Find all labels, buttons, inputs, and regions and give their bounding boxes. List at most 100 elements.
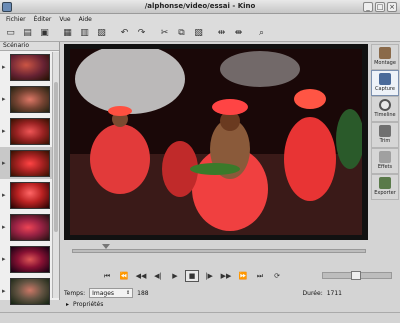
playhead-marker-icon[interactable] [102,244,110,249]
scene-arrow-icon: ▸ [2,127,6,135]
minimize-icon[interactable]: _ [363,2,373,12]
redo-icon[interactable]: ↷ [134,26,149,40]
storyboard-scene-selected[interactable]: ▸ [0,147,59,179]
cut-icon[interactable]: ✂ [157,26,172,40]
undo-icon[interactable]: ↶ [117,26,132,40]
video-preview[interactable] [70,49,362,235]
window-titlebar: /alphonse/video/essai - Kino _ □ × [0,0,400,14]
time-mode-select[interactable]: Images ⇕ [89,288,134,298]
scene-arrow-icon: ▸ [2,63,6,71]
time-label: Temps: [64,289,86,297]
scene-thumbnail [10,182,50,209]
storyboard-header: Scénario [0,42,59,51]
tab-capture[interactable]: Capture [371,70,399,96]
toolbar-separator [208,26,212,40]
statusbar [0,312,400,323]
tab-effets-label: Effets [377,164,393,170]
zoom-icon[interactable]: ⌕ [254,26,269,40]
window-title: /alphonse/video/essai - Kino [144,2,256,10]
tab-effets[interactable]: Effets [371,148,399,174]
next-frame-icon[interactable]: |▶ [202,270,216,282]
video-frame-image [70,49,362,235]
duration-label: Durée: [302,289,323,297]
effects-icon [379,151,391,163]
maximize-icon[interactable]: □ [375,2,385,12]
split-icon[interactable]: ⇹ [214,26,229,40]
tab-trim-label: Trim [379,138,391,144]
chevron-down-icon: ⇕ [125,290,131,296]
loop-icon[interactable]: ⟳ [270,270,284,282]
volume-slider[interactable] [322,271,392,280]
save-icon[interactable]: ▣ [37,26,52,40]
storyboard-scene[interactable]: ▸ [0,115,59,147]
toolbar-separator [248,26,252,40]
scene-thumbnail [10,54,50,81]
properties-icon[interactable]: ▨ [94,26,109,40]
scene-arrow-icon: ▸ [2,95,6,103]
paste-icon[interactable]: ▧ [191,26,206,40]
timeline-track[interactable] [72,249,366,253]
open-folder-icon[interactable]: ▤ [20,26,35,40]
properties-expander[interactable]: ▸ Propriétés [66,301,103,308]
scene-arrow-icon: ▸ [2,191,6,199]
tab-montage-label: Montage [374,60,396,66]
menu-vue[interactable]: Vue [59,16,70,23]
storyboard-scene[interactable]: ▸ [0,275,59,307]
first-scene-icon[interactable]: ⏮ [100,270,114,282]
storyboard-scene[interactable]: ▸ [0,83,59,115]
toolbar-separator [111,26,115,40]
storyboard-scene[interactable]: ▸ [0,51,59,83]
toolbar-separator [54,26,58,40]
save-all-icon[interactable]: ▦ [60,26,75,40]
volume-slider-knob[interactable] [351,271,361,280]
tab-timeline-label: Timeline [374,112,396,118]
tab-timeline[interactable]: Timeline [371,96,399,122]
scene-thumbnail [10,86,50,113]
tab-exporter-label: Exporter [374,190,396,196]
next-scene-icon[interactable]: ⏩ [236,270,250,282]
new-file-icon[interactable]: ▭ [3,26,18,40]
tab-trim[interactable]: Trim [371,122,399,148]
scene-thumbnail [10,278,50,305]
clock-icon [379,99,391,111]
menu-fichier[interactable]: Fichier [6,16,26,23]
copy-icon[interactable]: ⧉ [174,26,189,40]
prev-frame-icon[interactable]: ◀| [151,270,165,282]
scene-thumbnail [10,150,50,177]
scene-arrow-icon: ▸ [2,255,6,263]
time-mode-value: Images [92,289,115,297]
toolbar: ▭ ▤ ▣ ▦ ▥ ▨ ↶ ↷ ✂ ⧉ ▧ ⇹ ⇼ ⌕ [0,24,400,42]
stop-icon[interactable]: ■ [185,270,199,282]
menu-editer[interactable]: Éditer [34,16,52,23]
transport-controls: ⏮ ⏪ ◀◀ ◀| ▶ ■ |▶ ▶▶ ⏩ ⏭ ⟳ [100,270,284,282]
prev-scene-icon[interactable]: ⏪ [117,270,131,282]
tab-montage[interactable]: Montage [371,44,399,70]
storyboard-scene[interactable]: ▸ [0,211,59,243]
export-icon[interactable]: ▥ [77,26,92,40]
storyboard-scene[interactable]: ▸ [0,179,59,211]
expander-arrow-icon: ▸ [66,301,70,308]
menu-aide[interactable]: Aide [79,16,92,23]
toolbar-separator [151,26,155,40]
timeline-scrubber[interactable] [72,244,366,256]
play-icon[interactable]: ▶ [168,270,182,282]
scene-thumbnail [10,246,50,273]
storyboard-sidebar: Scénario ▸ ▸ ▸ ▸ ▸ ▸ ▸ ▸ [0,42,60,305]
scrollbar-thumb[interactable] [54,82,58,232]
scene-thumbnail [10,118,50,145]
export-icon [379,177,391,189]
duration-value: 1711 [326,289,342,297]
rewind-icon[interactable]: ◀◀ [134,270,148,282]
tab-exporter[interactable]: Exporter [371,174,399,200]
storyboard-scene[interactable]: ▸ [0,243,59,275]
scene-thumbnail [10,214,50,241]
storyboard-scrollbar[interactable] [52,52,59,298]
properties-label: Propriétés [73,301,104,308]
montage-icon [379,47,391,59]
forward-icon[interactable]: ▶▶ [219,270,233,282]
last-scene-icon[interactable]: ⏭ [253,270,267,282]
close-icon[interactable]: × [387,2,397,12]
menubar: Fichier Éditer Vue Aide [0,14,400,24]
scene-arrow-icon: ▸ [2,287,6,295]
join-icon[interactable]: ⇼ [231,26,246,40]
